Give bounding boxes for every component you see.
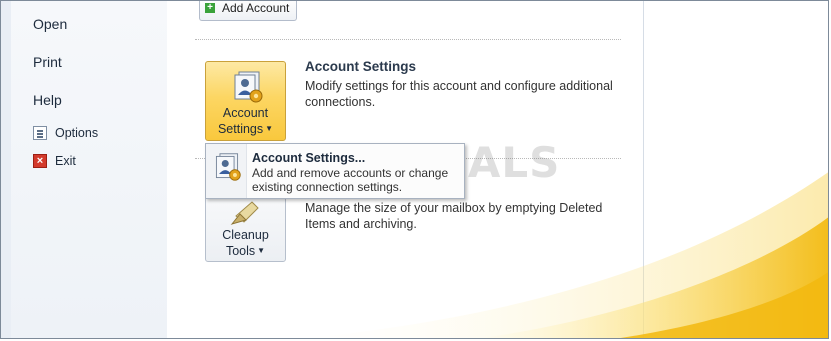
cleanup-tools-description: Manage the size of your mailbox by empty…	[305, 201, 603, 231]
nav-item-exit[interactable]: × Exit	[33, 154, 76, 168]
nav-item-print[interactable]: Print	[33, 54, 62, 70]
broom-icon	[230, 201, 259, 225]
outlook-backstage-window: Open Print Help Options × Exit + Add Acc…	[0, 0, 829, 339]
people-gear-icon	[215, 153, 241, 181]
exit-icon: ×	[33, 154, 47, 168]
account-settings-button-label2-text: Settings	[217, 122, 264, 136]
dropdown-item-account-settings[interactable]: Account Settings...	[252, 151, 365, 165]
account-settings-description: Modify settings for this account and con…	[305, 79, 613, 109]
people-gear-icon	[234, 71, 263, 103]
cleanup-tools-button-label2-text: Tools	[225, 244, 256, 258]
account-settings-dropdown: Account Settings... Add and remove accou…	[205, 143, 465, 199]
account-settings-title: Account Settings	[305, 59, 417, 74]
account-settings-button[interactable]: Account Settings ▼	[205, 61, 286, 141]
nav-item-exit-label: Exit	[55, 154, 76, 168]
dropdown-icon-column	[206, 144, 247, 198]
nav-item-options-label: Options	[55, 126, 99, 140]
cleanup-tools-button-label1: Cleanup	[222, 228, 269, 242]
chevron-down-icon: ▼	[265, 124, 274, 133]
options-icon	[33, 126, 47, 140]
account-settings-button-label2: Settings ▼	[206, 121, 285, 137]
dropdown-item-description: Add and remove accounts or change existi…	[252, 166, 449, 194]
add-account-button[interactable]: + Add Account	[199, 1, 297, 21]
nav-item-help[interactable]: Help	[33, 92, 62, 108]
plus-icon: +	[205, 3, 215, 13]
account-settings-button-label1: Account	[222, 106, 269, 120]
cleanup-tools-button-label2: Tools ▼	[206, 243, 285, 259]
nav-item-open[interactable]: Open	[33, 16, 67, 32]
section-divider	[195, 39, 621, 40]
add-account-label: Add Account	[222, 1, 290, 15]
backstage-nav: Open Print Help Options × Exit	[11, 1, 168, 338]
chevron-down-icon: ▼	[257, 246, 266, 255]
nav-item-options[interactable]: Options	[33, 126, 98, 140]
